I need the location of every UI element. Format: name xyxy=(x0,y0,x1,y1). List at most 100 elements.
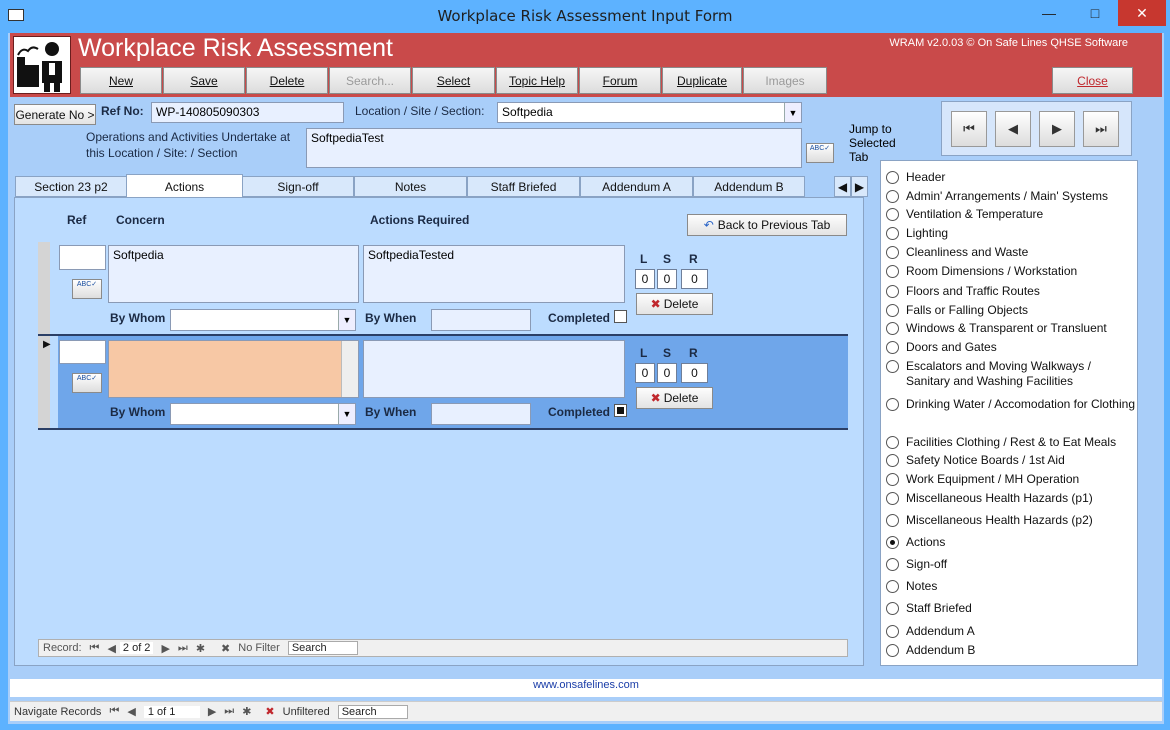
completed-checkbox[interactable] xyxy=(614,310,627,323)
section-option[interactable]: Sign-off xyxy=(886,557,1136,572)
radio-button[interactable] xyxy=(886,492,899,505)
section-option[interactable]: Cleanliness and Waste xyxy=(886,245,1136,260)
ref-field[interactable] xyxy=(59,245,106,270)
section-option[interactable]: Falls or Falling Objects xyxy=(886,303,1136,318)
section-option[interactable]: Actions xyxy=(886,535,1136,550)
record-position[interactable]: 2 of 2 xyxy=(119,642,154,654)
location-select[interactable]: Softpedia ▼ xyxy=(497,102,802,123)
radio-button[interactable] xyxy=(886,341,899,354)
radio-button[interactable] xyxy=(886,171,899,184)
chevron-down-icon[interactable]: ▼ xyxy=(338,310,355,330)
minimize-icon[interactable]: — xyxy=(1026,0,1072,26)
risk-field[interactable]: 0 xyxy=(681,269,708,289)
delete-action-button[interactable]: ✖ Delete xyxy=(636,387,713,409)
section-option[interactable]: Miscellaneous Health Hazards (p1) xyxy=(886,491,1136,506)
radio-button[interactable] xyxy=(886,322,899,335)
tab-actions[interactable]: Actions xyxy=(126,174,243,198)
tab-notes[interactable]: Notes xyxy=(354,176,467,197)
forum-button[interactable]: Forum xyxy=(579,67,661,94)
radio-button[interactable] xyxy=(886,644,899,657)
radio-button[interactable] xyxy=(886,436,899,449)
section-option[interactable]: Floors and Traffic Routes xyxy=(886,284,1136,299)
tab-staff-briefed[interactable]: Staff Briefed xyxy=(467,176,580,197)
section-option[interactable]: Facilities Clothing / Rest & to Eat Meal… xyxy=(886,435,1136,450)
concern-field[interactable] xyxy=(108,340,359,398)
delete-action-button[interactable]: ✖ Delete xyxy=(636,293,713,315)
radio-button[interactable] xyxy=(886,227,899,240)
new-button[interactable]: New xyxy=(80,67,162,94)
close-button[interactable]: Close xyxy=(1052,67,1133,94)
radio-button[interactable] xyxy=(886,208,899,221)
unfiltered-label[interactable]: Unfiltered xyxy=(283,706,330,718)
tab-section-23-p2[interactable]: Section 23 p2 xyxy=(15,176,127,197)
by-when-field[interactable] xyxy=(431,309,531,331)
duplicate-button[interactable]: Duplicate xyxy=(662,67,742,94)
actions-required-field[interactable]: SoftpediaTested xyxy=(363,245,625,303)
record-position[interactable]: 1 of 1 xyxy=(143,705,200,718)
risk-field[interactable]: 0 xyxy=(681,363,708,383)
tab-addendum-b[interactable]: Addendum B xyxy=(693,176,805,197)
section-option[interactable]: Work Equipment / MH Operation xyxy=(886,472,1136,487)
first-record-icon[interactable]: ⏮ xyxy=(109,705,119,718)
radio-button[interactable] xyxy=(886,304,899,317)
severity-field[interactable]: 0 xyxy=(657,363,677,383)
prev-record-icon[interactable]: ◀ xyxy=(127,705,135,718)
radio-button[interactable] xyxy=(886,473,899,486)
last-record-icon[interactable]: ⏭ xyxy=(224,705,234,718)
by-when-field[interactable] xyxy=(431,403,531,425)
scrollbar[interactable] xyxy=(341,341,358,397)
severity-field[interactable]: 0 xyxy=(657,269,677,289)
close-window-icon[interactable]: ✕ xyxy=(1118,0,1166,26)
ref-no-field[interactable]: WP-140805090303 xyxy=(151,102,344,123)
search-input[interactable]: Search xyxy=(337,704,408,719)
radio-button[interactable] xyxy=(886,536,899,549)
radio-button[interactable] xyxy=(886,265,899,278)
next-record-icon[interactable]: ▶ xyxy=(1039,111,1075,147)
section-option[interactable]: Windows & Transparent or Transluent xyxy=(886,321,1136,336)
section-option[interactable]: Room Dimensions / Workstation xyxy=(886,264,1136,279)
section-option[interactable]: Addendum A xyxy=(886,624,1136,639)
spell-check-icon[interactable]: ABC✓ xyxy=(806,143,834,163)
generate-no-button[interactable]: Generate No > xyxy=(14,104,96,125)
radio-button[interactable] xyxy=(886,360,899,373)
tab-scroll-right-icon[interactable]: ▶ xyxy=(851,176,868,197)
section-option[interactable]: Escalators and Moving Walkways / Sanitar… xyxy=(886,359,1136,389)
spell-check-icon[interactable]: ABC✓ xyxy=(72,279,102,299)
radio-button[interactable] xyxy=(886,454,899,467)
radio-button[interactable] xyxy=(886,514,899,527)
section-option[interactable]: Header xyxy=(886,170,1136,185)
radio-button[interactable] xyxy=(886,580,899,593)
radio-button[interactable] xyxy=(886,398,899,411)
radio-button[interactable] xyxy=(886,602,899,615)
section-option[interactable]: Notes xyxy=(886,579,1136,594)
section-option[interactable]: Miscellaneous Health Hazards (p2) xyxy=(886,513,1136,528)
section-option[interactable]: Lighting xyxy=(886,226,1136,241)
likelihood-field[interactable]: 0 xyxy=(635,269,655,289)
last-record-icon[interactable]: ⏭ xyxy=(1083,111,1119,147)
by-whom-select[interactable]: ▼ xyxy=(170,403,356,425)
no-filter-label[interactable]: No Filter xyxy=(238,642,280,654)
new-record-icon[interactable]: ✱ xyxy=(242,705,251,718)
images-button[interactable]: Images xyxy=(743,67,827,94)
concern-field[interactable]: Softpedia xyxy=(108,245,359,303)
delete-record-button[interactable]: Delete xyxy=(246,67,328,94)
radio-button[interactable] xyxy=(886,285,899,298)
radio-button[interactable] xyxy=(886,190,899,203)
actions-required-field[interactable] xyxy=(363,340,625,398)
spell-check-icon[interactable]: ABC✓ xyxy=(72,373,102,393)
first-record-icon[interactable]: ⏮ xyxy=(951,111,987,147)
first-record-icon[interactable]: ⏮ xyxy=(90,642,100,655)
completed-checkbox[interactable] xyxy=(614,404,627,417)
select-button[interactable]: Select xyxy=(412,67,495,94)
radio-button[interactable] xyxy=(886,558,899,571)
prev-record-icon[interactable]: ◀ xyxy=(107,642,115,655)
search-input[interactable]: Search xyxy=(287,641,358,655)
section-option[interactable]: Staff Briefed xyxy=(886,601,1136,616)
save-button[interactable]: Save xyxy=(163,67,245,94)
section-option[interactable]: Doors and Gates xyxy=(886,340,1136,355)
next-record-icon[interactable]: ▶ xyxy=(161,642,169,655)
radio-button[interactable] xyxy=(886,246,899,259)
section-option[interactable]: Ventilation & Temperature xyxy=(886,207,1136,222)
search-button[interactable]: Search... xyxy=(329,67,411,94)
radio-button[interactable] xyxy=(886,625,899,638)
